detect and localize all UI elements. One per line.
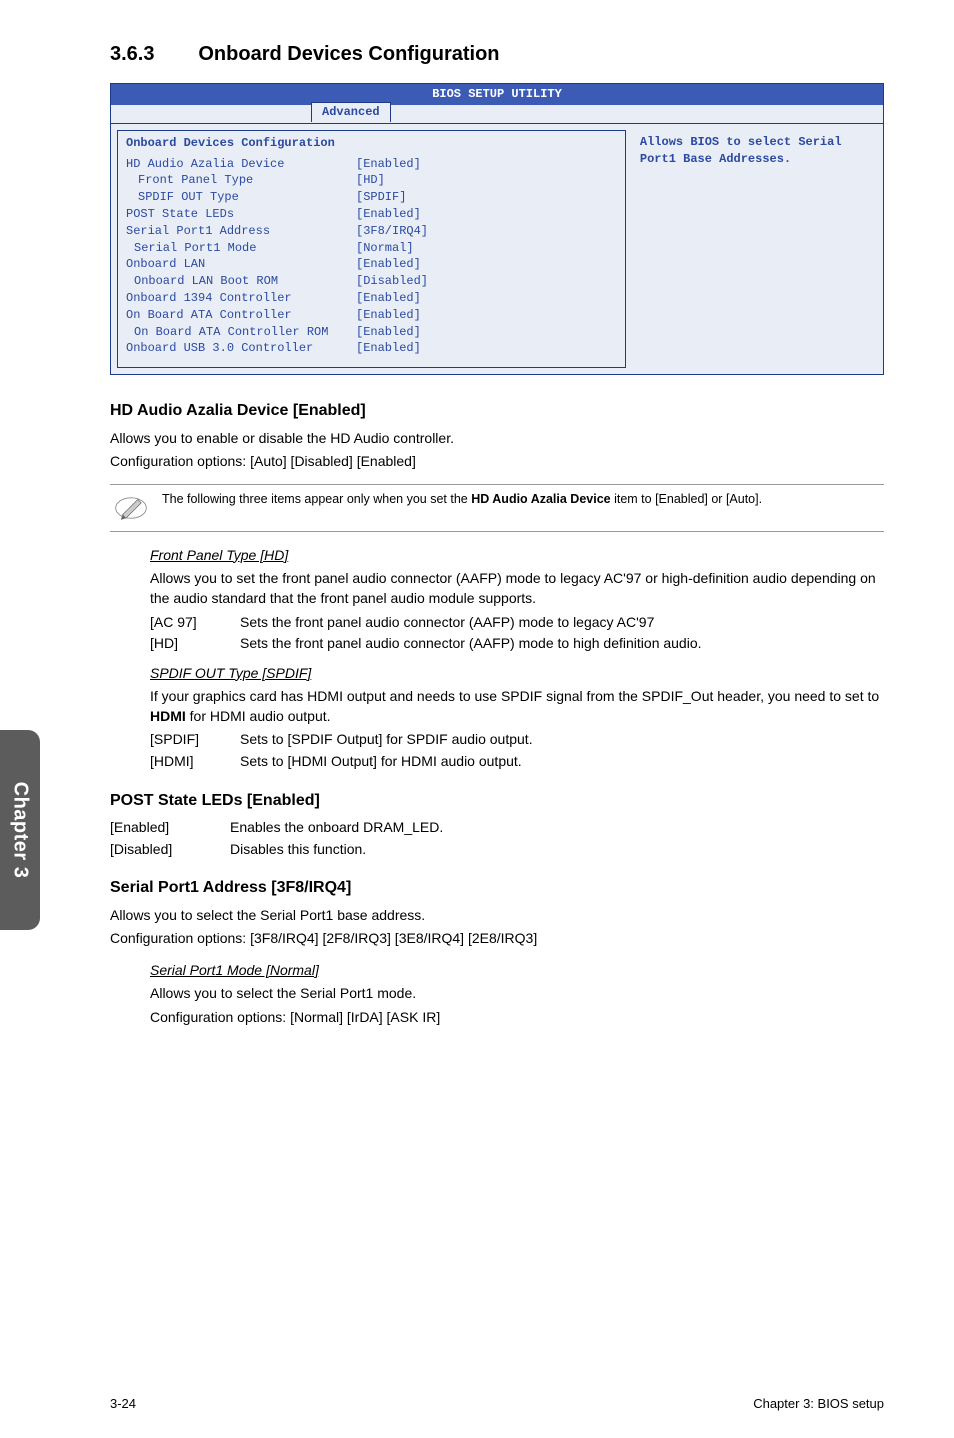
bios-header-text: BIOS SETUP UTILITY bbox=[432, 87, 562, 101]
serial-mode-p1: Allows you to select the Serial Port1 mo… bbox=[150, 984, 884, 1004]
option-value: Disables this function. bbox=[230, 840, 366, 860]
page-number: 3-24 bbox=[110, 1395, 136, 1413]
serial-port-heading: Serial Port1 Address [3F8/IRQ4] bbox=[110, 877, 884, 899]
hd-audio-p2: Configuration options: [Auto] [Disabled]… bbox=[110, 452, 884, 472]
note-text-a: The following three items appear only wh… bbox=[162, 492, 471, 506]
bios-item-row: Serial Port1 Address[3F8/IRQ4] bbox=[126, 223, 617, 240]
front-panel-desc: Allows you to set the front panel audio … bbox=[150, 569, 884, 608]
option-key: [AC 97] bbox=[150, 613, 240, 633]
bios-header: BIOS SETUP UTILITY Advanced bbox=[111, 84, 883, 105]
post-leds-heading: POST State LEDs [Enabled] bbox=[110, 790, 884, 812]
spdif-desc: If your graphics card has HDMI output an… bbox=[150, 687, 884, 726]
bios-item-row: Serial Port1 Mode[Normal] bbox=[126, 240, 617, 257]
bios-panel: BIOS SETUP UTILITY Advanced Onboard Devi… bbox=[110, 83, 884, 375]
option-value: Sets the front panel audio connector (AA… bbox=[240, 634, 702, 654]
bios-item-value: [Enabled] bbox=[356, 206, 617, 223]
bios-item-value: [Enabled] bbox=[356, 256, 617, 273]
note-text: The following three items appear only wh… bbox=[162, 491, 762, 509]
hd-audio-heading: HD Audio Azalia Device [Enabled] bbox=[110, 400, 884, 422]
hd-audio-p1: Allows you to enable or disable the HD A… bbox=[110, 429, 884, 449]
serial-port-p2: Configuration options: [3F8/IRQ4] [2F8/I… bbox=[110, 929, 884, 949]
bios-item-row: POST State LEDs[Enabled] bbox=[126, 206, 617, 223]
bios-left-pane: Onboard Devices Configuration HD Audio A… bbox=[117, 130, 626, 368]
option-value: Sets to [HDMI Output] for HDMI audio out… bbox=[240, 752, 522, 772]
option-key: [Disabled] bbox=[110, 840, 230, 860]
option-key: [Enabled] bbox=[110, 818, 230, 838]
bios-item-label: SPDIF OUT Type bbox=[126, 189, 356, 206]
bios-item-label: HD Audio Azalia Device bbox=[126, 156, 356, 173]
section-title: Onboard Devices Configuration bbox=[198, 40, 499, 68]
bios-item-row: HD Audio Azalia Device[Enabled] bbox=[126, 156, 617, 173]
option-key: [HD] bbox=[150, 634, 240, 654]
bios-item-label: Onboard USB 3.0 Controller bbox=[126, 340, 356, 357]
bios-item-value: [3F8/IRQ4] bbox=[356, 223, 617, 240]
bios-item-label: POST State LEDs bbox=[126, 206, 356, 223]
option-row: [Disabled]Disables this function. bbox=[110, 840, 884, 860]
bios-item-value: [Enabled] bbox=[356, 307, 617, 324]
bios-item-row: Onboard USB 3.0 Controller[Enabled] bbox=[126, 340, 617, 357]
option-row: [Enabled]Enables the onboard DRAM_LED. bbox=[110, 818, 884, 838]
bios-item-value: [HD] bbox=[356, 172, 617, 189]
option-row: [HD]Sets the front panel audio connector… bbox=[150, 634, 884, 654]
section-number: 3.6.3 bbox=[110, 40, 154, 68]
chapter-side-tab-label: Chapter 3 bbox=[6, 782, 34, 879]
bios-left-title: Onboard Devices Configuration bbox=[126, 135, 617, 152]
bios-item-row: On Board ATA Controller[Enabled] bbox=[126, 307, 617, 324]
bios-item-value: [Enabled] bbox=[356, 324, 617, 341]
chapter-side-tab: Chapter 3 bbox=[0, 730, 40, 930]
bios-item-label: Serial Port1 Mode bbox=[126, 240, 356, 257]
option-row: [HDMI]Sets to [HDMI Output] for HDMI aud… bbox=[150, 752, 884, 772]
front-panel-title: Front Panel Type [HD] bbox=[150, 546, 884, 566]
note-text-b: item to [Enabled] or [Auto]. bbox=[611, 492, 762, 506]
option-value: Sets to [SPDIF Output] for SPDIF audio o… bbox=[240, 730, 533, 750]
bios-item-value: [Enabled] bbox=[356, 290, 617, 307]
note-text-bold: HD Audio Azalia Device bbox=[471, 492, 610, 506]
bios-item-label: Onboard LAN bbox=[126, 256, 356, 273]
bios-item-label: On Board ATA Controller ROM bbox=[126, 324, 356, 341]
bios-item-value: [Enabled] bbox=[356, 340, 617, 357]
bios-item-label: Onboard LAN Boot ROM bbox=[126, 273, 356, 290]
bios-item-row: On Board ATA Controller ROM[Enabled] bbox=[126, 324, 617, 341]
bios-item-row: Onboard LAN Boot ROM[Disabled] bbox=[126, 273, 617, 290]
option-key: [SPDIF] bbox=[150, 730, 240, 750]
spdif-desc-a: If your graphics card has HDMI output an… bbox=[150, 688, 879, 704]
footer-chapter: Chapter 3: BIOS setup bbox=[753, 1395, 884, 1413]
serial-mode-title: Serial Port1 Mode [Normal] bbox=[150, 961, 884, 981]
option-row: [AC 97]Sets the front panel audio connec… bbox=[150, 613, 884, 633]
bios-item-value: [SPDIF] bbox=[356, 189, 617, 206]
bios-item-label: Serial Port1 Address bbox=[126, 223, 356, 240]
pencil-icon bbox=[114, 491, 148, 525]
bios-item-row: Front Panel Type[HD] bbox=[126, 172, 617, 189]
spdif-desc-bold: HDMI bbox=[150, 708, 186, 724]
bios-item-label: Onboard 1394 Controller bbox=[126, 290, 356, 307]
spdif-title: SPDIF OUT Type [SPDIF] bbox=[150, 664, 884, 684]
option-key: [HDMI] bbox=[150, 752, 240, 772]
bios-tab-advanced: Advanced bbox=[311, 102, 391, 122]
bios-item-label: On Board ATA Controller bbox=[126, 307, 356, 324]
page-footer: 3-24 Chapter 3: BIOS setup bbox=[110, 1395, 884, 1413]
bios-item-value: [Enabled] bbox=[356, 156, 617, 173]
option-row: [SPDIF]Sets to [SPDIF Output] for SPDIF … bbox=[150, 730, 884, 750]
bios-item-label: Front Panel Type bbox=[126, 172, 356, 189]
option-value: Sets the front panel audio connector (AA… bbox=[240, 613, 654, 633]
note-box: The following three items appear only wh… bbox=[110, 484, 884, 532]
option-value: Enables the onboard DRAM_LED. bbox=[230, 818, 443, 838]
serial-mode-p2: Configuration options: [Normal] [IrDA] [… bbox=[150, 1008, 884, 1028]
serial-port-p1: Allows you to select the Serial Port1 ba… bbox=[110, 906, 884, 926]
bios-item-row: SPDIF OUT Type[SPDIF] bbox=[126, 189, 617, 206]
bios-item-value: [Normal] bbox=[356, 240, 617, 257]
bios-item-value: [Disabled] bbox=[356, 273, 617, 290]
bios-item-row: Onboard 1394 Controller[Enabled] bbox=[126, 290, 617, 307]
spdif-desc-b: for HDMI audio output. bbox=[186, 708, 331, 724]
bios-item-row: Onboard LAN[Enabled] bbox=[126, 256, 617, 273]
bios-help-pane: Allows BIOS to select Serial Port1 Base … bbox=[632, 130, 877, 368]
